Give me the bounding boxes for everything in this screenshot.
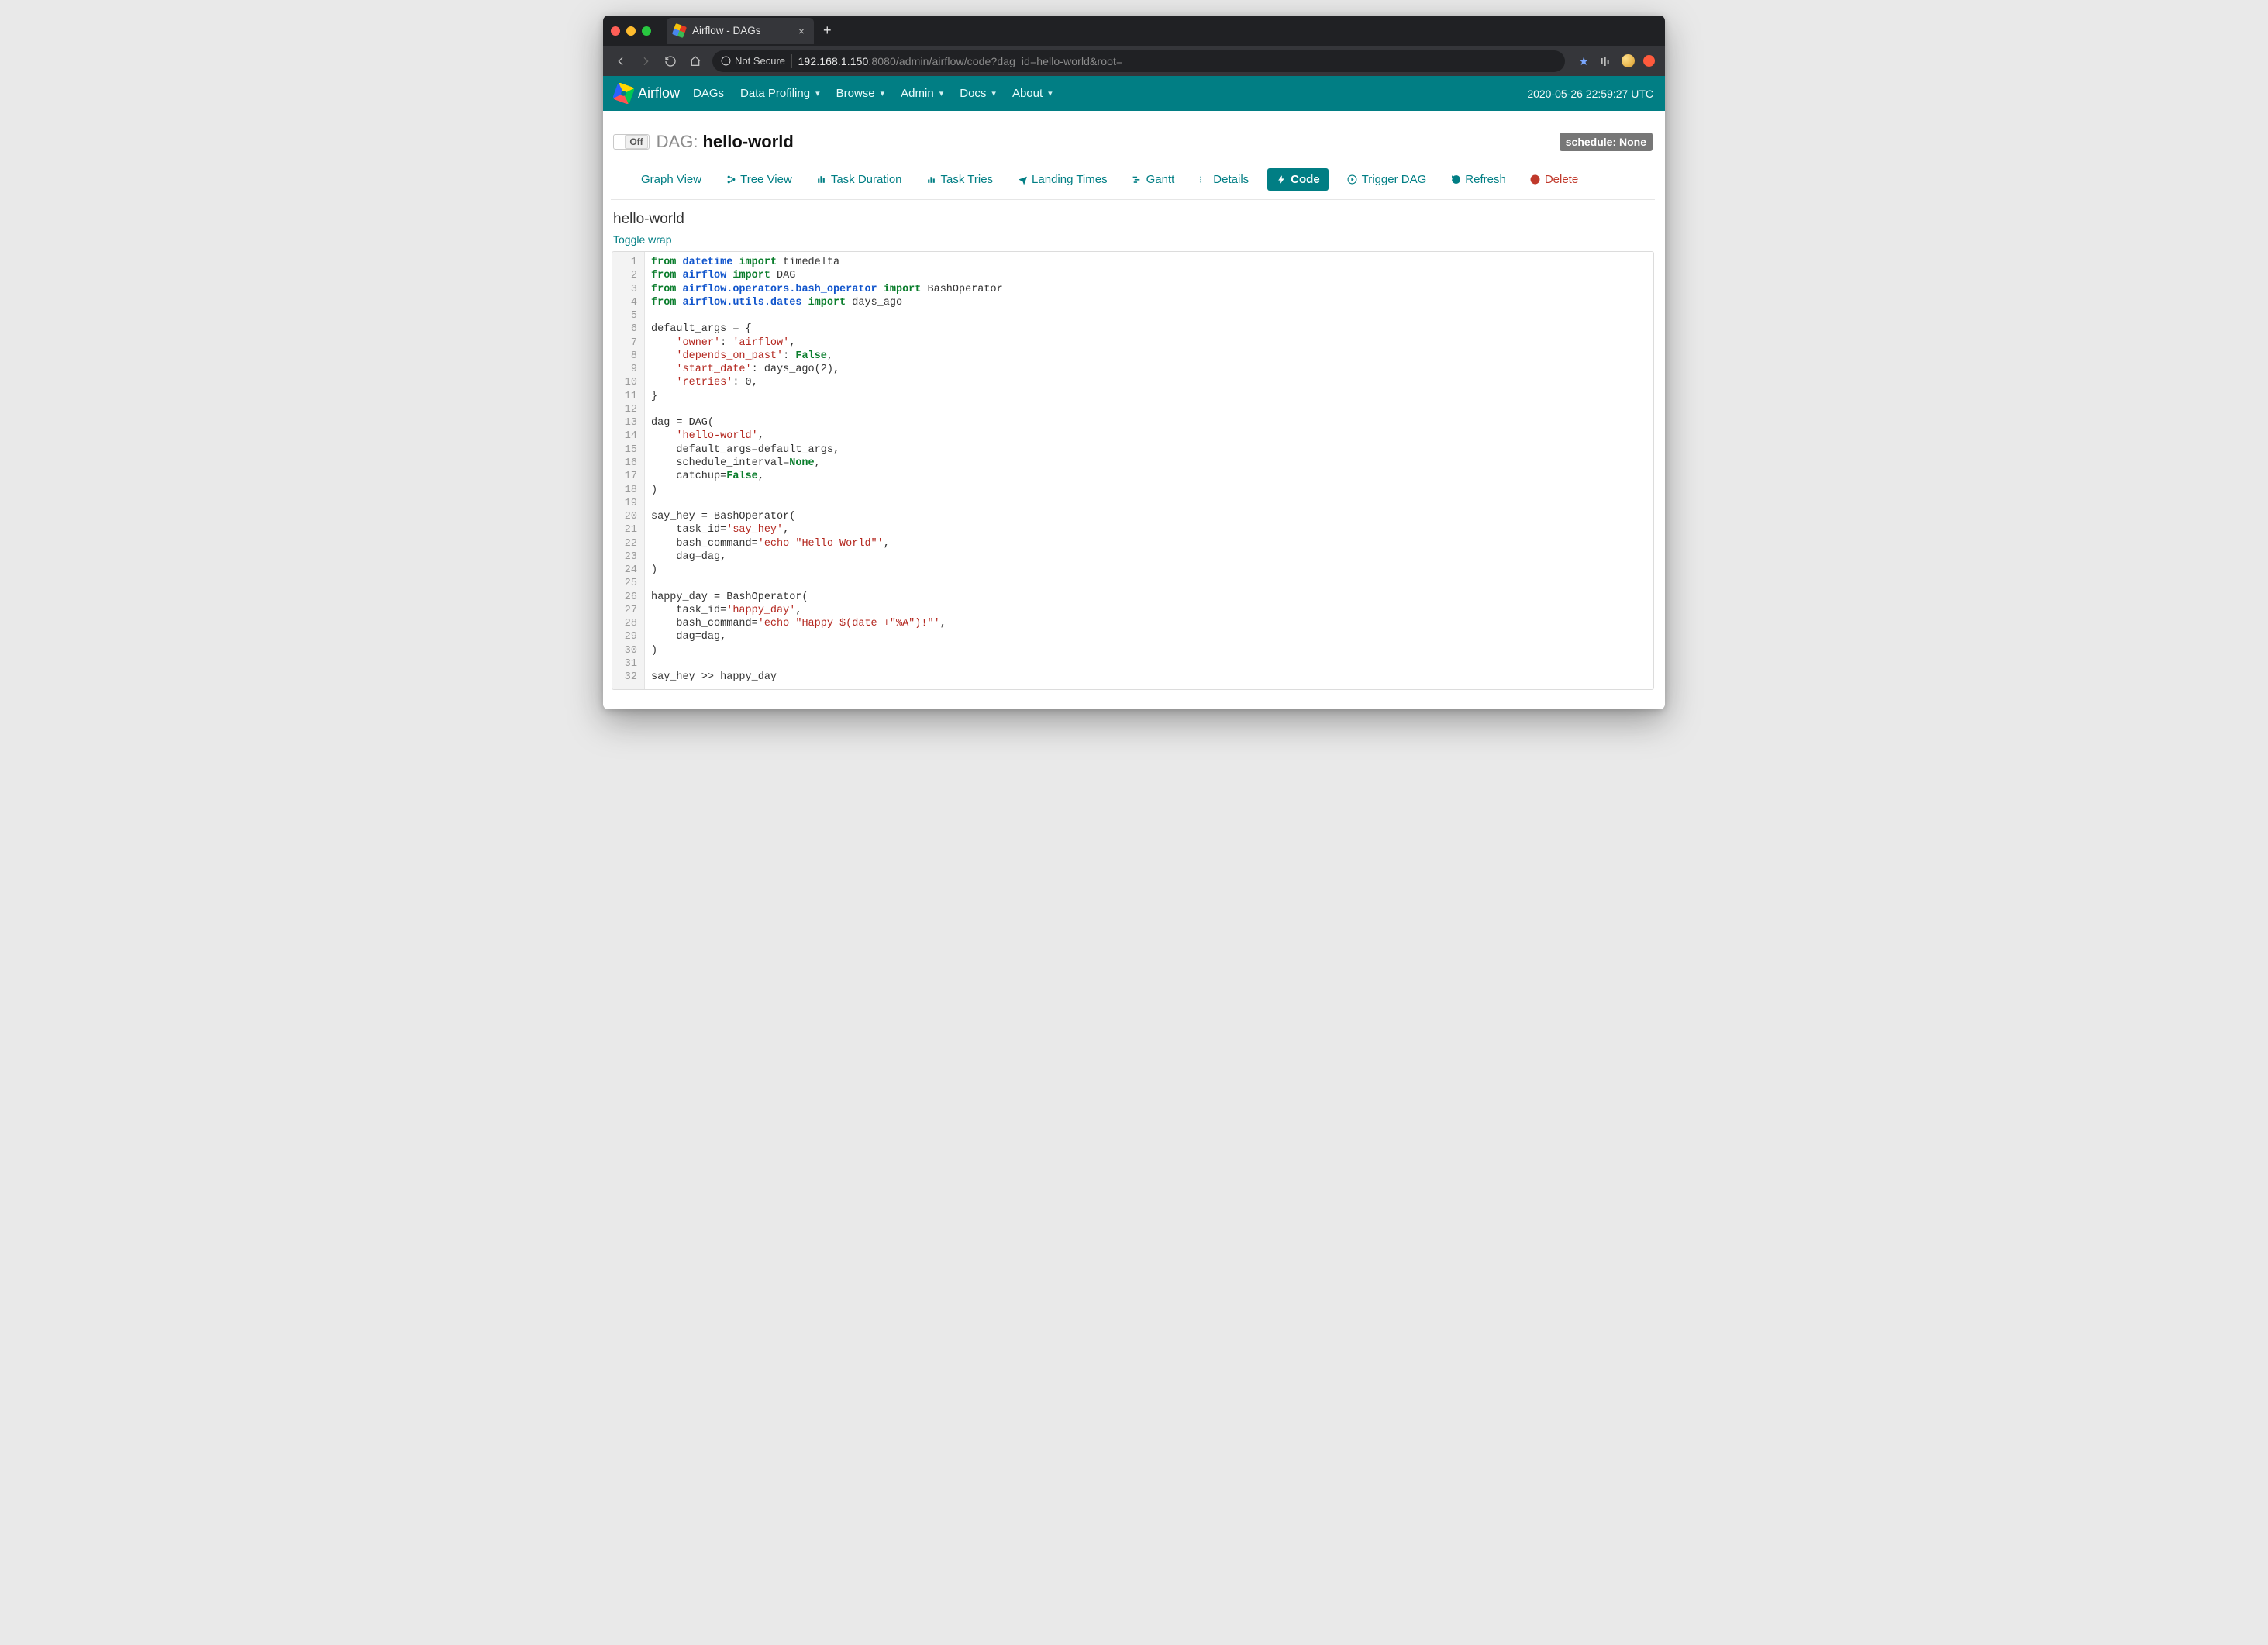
tab-label: Tree View <box>740 173 792 186</box>
bookmark-star-icon[interactable]: ★ <box>1579 54 1589 68</box>
tab-graph-view[interactable]: Graph View <box>621 169 707 190</box>
chevron-down-icon: ▾ <box>881 88 885 98</box>
tab-refresh[interactable]: Refresh <box>1445 169 1511 190</box>
tab-close-icon[interactable]: × <box>798 26 805 36</box>
maximize-window-button[interactable] <box>642 26 651 36</box>
home-button[interactable] <box>688 53 703 69</box>
tab-tree-view[interactable]: Tree View <box>720 169 798 190</box>
browser-window: Airflow - DAGs × + Not Secure <box>603 16 1665 709</box>
tab-gantt[interactable]: Gantt <box>1126 169 1181 190</box>
page-body: Off DAG: hello-world schedule: None Grap… <box>603 111 1665 709</box>
nav-item-about[interactable]: About▾ <box>1012 87 1053 100</box>
chevron-down-icon: ▾ <box>939 88 944 98</box>
profile-avatar[interactable] <box>1622 54 1635 67</box>
toggle-wrap-link[interactable]: Toggle wrap <box>611 231 674 250</box>
nav-item-dags[interactable]: DAGs <box>693 87 724 100</box>
browser-toolbar: Not Secure 192.168.1.150:8080/admin/airf… <box>603 46 1665 76</box>
reload-button[interactable] <box>663 53 678 69</box>
tab-landing-times[interactable]: Landing Times <box>1012 169 1113 190</box>
tab-label: Refresh <box>1465 173 1506 186</box>
tab-label: Graph View <box>641 173 701 186</box>
gantt-icon <box>1132 174 1143 185</box>
navbar-clock: 2020-05-26 22:59:27 UTC <box>1527 88 1653 100</box>
nav-item-browse[interactable]: Browse▾ <box>836 87 885 100</box>
site-security-icon[interactable]: Not Secure <box>721 55 785 67</box>
bar-chart-icon <box>816 174 827 185</box>
tab-code[interactable]: Code <box>1267 168 1329 191</box>
nav-item-admin[interactable]: Admin▾ <box>901 87 943 100</box>
dag-name: hello-world <box>702 132 793 152</box>
tab-label: Task Duration <box>831 173 902 186</box>
address-bar[interactable]: Not Secure 192.168.1.150:8080/admin/airf… <box>712 50 1565 72</box>
tab-label: Code <box>1291 173 1320 186</box>
tab-trigger-dag[interactable]: Trigger DAG <box>1342 169 1432 190</box>
tab-delete[interactable]: Delete <box>1525 169 1584 190</box>
url-text: 192.168.1.150:8080/admin/airflow/code?da… <box>798 55 1123 67</box>
airflow-logo-icon <box>615 84 632 102</box>
nav-item-docs[interactable]: Docs▾ <box>960 87 996 100</box>
list-icon <box>1198 174 1209 185</box>
bolt-icon <box>1276 174 1287 185</box>
browser-tab[interactable]: Airflow - DAGs × <box>667 18 814 44</box>
favicon-icon <box>672 23 687 38</box>
tab-task-duration[interactable]: Task Duration <box>811 169 908 190</box>
dag-header: Off DAG: hello-world schedule: None <box>611 122 1655 161</box>
nav-item-data-profiling[interactable]: Data Profiling▾ <box>740 87 820 100</box>
brand[interactable]: Airflow <box>615 84 680 102</box>
toggle-off-label: Off <box>625 135 647 149</box>
tree-icon <box>726 174 736 185</box>
section-title: hello-world <box>611 200 1655 231</box>
back-button[interactable] <box>613 53 629 69</box>
tab-details[interactable]: Details <box>1193 169 1254 190</box>
brand-text: Airflow <box>638 85 680 102</box>
tab-label: Trigger DAG <box>1362 173 1427 186</box>
asterisk-icon <box>626 174 637 185</box>
code-gutter: 1234567891011121314151617181920212223242… <box>612 252 645 689</box>
tab-label: Landing Times <box>1032 173 1108 186</box>
code-source[interactable]: from datetime import timedelta from airf… <box>645 252 1653 689</box>
tab-label: Gantt <box>1146 173 1175 186</box>
chevron-down-icon: ▾ <box>991 88 996 98</box>
refresh-icon <box>1450 174 1461 185</box>
separator <box>791 54 792 68</box>
dag-tabs: Graph View Tree View Task Duration Task Tri… <box>611 161 1655 200</box>
plane-icon <box>1017 174 1028 185</box>
minimize-window-button[interactable] <box>626 26 636 36</box>
media-control-icon[interactable] <box>1598 53 1613 69</box>
dag-pause-toggle[interactable]: Off <box>613 134 650 150</box>
airflow-navbar: Airflow DAGs Data Profiling▾ Browse▾ Admin▾… <box>603 76 1665 111</box>
nav-links: DAGs Data Profiling▾ Browse▾ Admin▾ Docs▾ Abo… <box>693 87 1053 100</box>
tab-label: Details <box>1213 173 1249 186</box>
code-block: 1234567891011121314151617181920212223242… <box>612 251 1654 690</box>
browser-tabbar: Airflow - DAGs × + <box>603 16 1665 46</box>
tab-label: Task Tries <box>941 173 994 186</box>
chevron-down-icon: ▾ <box>815 88 820 98</box>
trash-icon <box>1530 174 1541 185</box>
security-label: Not Secure <box>735 55 785 67</box>
chevron-down-icon: ▾ <box>1048 88 1053 98</box>
schedule-badge: schedule: None <box>1560 133 1653 151</box>
dag-title: DAG: hello-world <box>657 132 794 152</box>
tab-label: Delete <box>1545 173 1578 186</box>
tab-title: Airflow - DAGs <box>692 25 761 36</box>
toolbar-right: ★ <box>1579 53 1655 69</box>
close-window-button[interactable] <box>611 26 620 36</box>
window-controls <box>611 26 651 36</box>
extension-icon[interactable] <box>1643 55 1655 67</box>
play-circle-icon <box>1347 174 1358 185</box>
retry-chart-icon <box>926 174 937 185</box>
tab-task-tries[interactable]: Task Tries <box>921 169 999 190</box>
toggle-spacer <box>615 136 625 148</box>
dag-label: DAG: <box>657 132 698 152</box>
new-tab-button[interactable]: + <box>823 22 832 39</box>
browser-chrome: Airflow - DAGs × + Not Secure <box>603 16 1665 76</box>
forward-button[interactable] <box>638 53 653 69</box>
